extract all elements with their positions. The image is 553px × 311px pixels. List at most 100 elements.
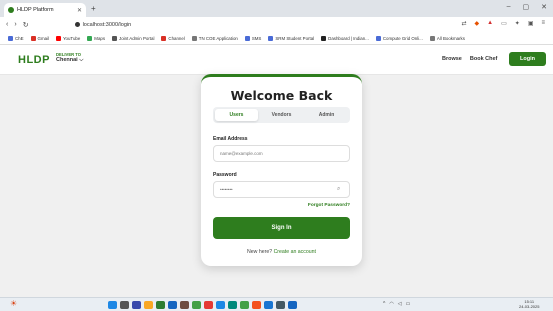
translate-icon[interactable]: ⇄ bbox=[462, 20, 467, 27]
url-text: localhost:3000/login bbox=[82, 21, 132, 28]
window-controls: – ▢ ✕ bbox=[507, 3, 547, 11]
taskbar-app-icon[interactable] bbox=[240, 301, 249, 309]
weather-icon[interactable]: ☀ bbox=[10, 299, 17, 308]
wallet-icon[interactable]: ▣ bbox=[528, 20, 534, 27]
bookmark-item[interactable]: Channel bbox=[161, 35, 185, 41]
brave-shield-icon[interactable]: ◆ bbox=[475, 20, 480, 27]
deliver-location[interactable]: DELIVER TO Chennai ⌵ bbox=[56, 52, 83, 64]
login-card: Welcome Back Users Vendors Admin Email A… bbox=[201, 74, 362, 266]
new-here-text: New here? bbox=[247, 249, 273, 255]
bookmark-label: Dashboard | Indian... bbox=[328, 35, 369, 41]
system-tray: ^ ◠ ◁ ▭ bbox=[383, 301, 410, 307]
bookmark-favicon-icon bbox=[161, 35, 167, 41]
taskbar-app-icon[interactable] bbox=[204, 301, 213, 309]
bookmark-item[interactable]: Gmail bbox=[30, 35, 49, 41]
bookmark-label: Compute Grid Onli... bbox=[382, 35, 423, 41]
app-navbar: HLDP DELIVER TO Chennai ⌵ Browse Book Ch… bbox=[0, 45, 553, 75]
close-tab-icon[interactable]: ✕ bbox=[77, 7, 82, 14]
page-title: Welcome Back bbox=[230, 88, 333, 103]
email-field[interactable]: name@example.com bbox=[213, 145, 350, 162]
bookmark-favicon-icon bbox=[375, 35, 381, 41]
bookmark-item[interactable]: All Bookmarks bbox=[429, 35, 465, 41]
brand-logo[interactable]: HLDP bbox=[18, 54, 50, 66]
system-clock[interactable]: 15:11 24-03-2025 bbox=[519, 299, 539, 309]
tab-vendors[interactable]: Vendors bbox=[260, 109, 303, 121]
browser-toolbar-icons: ⇄ ◆ ▲ ▭ ✦ ▣ ≡ bbox=[462, 20, 546, 27]
bookmark-item[interactable]: ChE bbox=[8, 35, 24, 41]
sign-in-button[interactable]: Sign In bbox=[213, 217, 350, 239]
maximize-icon[interactable]: ▢ bbox=[523, 3, 530, 11]
taskbar-app-icon[interactable] bbox=[288, 301, 297, 309]
taskbar-app-icon[interactable] bbox=[132, 301, 141, 309]
email-label: Email Address bbox=[213, 136, 248, 142]
password-field[interactable]: •••••••• bbox=[213, 181, 350, 198]
bookmark-favicon-icon bbox=[321, 35, 327, 41]
bookmark-favicon-icon bbox=[30, 35, 36, 41]
taskbar-app-icon[interactable] bbox=[228, 301, 237, 309]
nav-book-chef[interactable]: Book Chef bbox=[470, 56, 498, 62]
taskbar-app-icon[interactable] bbox=[108, 301, 117, 309]
bookmark-label: TN COE Application bbox=[198, 35, 238, 41]
sidebar-icon[interactable]: ▭ bbox=[501, 20, 507, 27]
url-field[interactable]: localhost:3000/login bbox=[74, 21, 132, 28]
city-selector[interactable]: Chennai ⌵ bbox=[56, 58, 83, 64]
tab-admin[interactable]: Admin bbox=[305, 109, 348, 121]
taskbar-app-icon[interactable] bbox=[156, 301, 165, 309]
battery-icon[interactable]: ▭ bbox=[406, 301, 411, 307]
taskbar-app-icon[interactable] bbox=[192, 301, 201, 309]
bookmark-label: Channel bbox=[168, 35, 185, 41]
os-taskbar: ☀ ^ ◠ ◁ ▭ 15:11 24-03-2025 bbox=[0, 297, 553, 311]
forward-icon[interactable]: › bbox=[14, 21, 16, 28]
bookmark-item[interactable]: Compute Grid Onli... bbox=[375, 35, 423, 41]
login-button[interactable]: Login bbox=[509, 52, 546, 66]
extensions-icon[interactable]: ✦ bbox=[515, 20, 520, 27]
bookmark-label: All Bookmarks bbox=[436, 35, 465, 41]
bookmark-item[interactable]: Dashboard | Indian... bbox=[321, 35, 369, 41]
bookmark-item[interactable]: YouTube bbox=[56, 35, 81, 41]
site-info-icon[interactable] bbox=[74, 22, 80, 27]
reload-icon[interactable]: ↻ bbox=[23, 21, 29, 29]
taskbar-app-icon[interactable] bbox=[180, 301, 189, 309]
tray-chevron-icon[interactable]: ^ bbox=[383, 301, 385, 307]
forgot-password-link[interactable]: Forgot Password? bbox=[213, 203, 350, 208]
bookmark-item[interactable]: SRM Student Portal bbox=[268, 35, 315, 41]
bookmark-label: SRM Student Portal bbox=[275, 35, 315, 41]
taskbar-app-icon[interactable] bbox=[252, 301, 261, 309]
bookmark-item[interactable]: TN COE Application bbox=[191, 35, 238, 41]
new-tab-icon[interactable]: + bbox=[91, 4, 96, 13]
taskbar-app-icon[interactable] bbox=[120, 301, 129, 309]
create-account-link[interactable]: Create an account bbox=[274, 249, 316, 255]
volume-icon[interactable]: ◁ bbox=[398, 301, 402, 307]
taskbar-app-icon[interactable] bbox=[144, 301, 153, 309]
taskbar-app-icon[interactable] bbox=[216, 301, 225, 309]
password-label: Password bbox=[213, 172, 237, 178]
bookmark-favicon-icon bbox=[87, 35, 93, 41]
bookmark-item[interactable]: SMS bbox=[244, 35, 261, 41]
close-window-icon[interactable]: ✕ bbox=[541, 3, 547, 11]
taskbar-apps bbox=[108, 301, 297, 309]
nav-links: Browse Book Chef bbox=[442, 56, 497, 62]
wifi-icon[interactable]: ◠ bbox=[389, 301, 393, 307]
clock-date: 24-03-2025 bbox=[519, 304, 540, 309]
tab-title: HLDP Platform bbox=[17, 7, 54, 13]
show-password-icon[interactable]: ⌕ bbox=[337, 186, 340, 193]
bookmark-favicon-icon bbox=[8, 35, 13, 41]
bookmark-favicon-icon bbox=[268, 35, 274, 41]
taskbar-app-icon[interactable] bbox=[264, 301, 273, 309]
address-bar-row: ‹ › ↻ localhost:3000/login ⇄ ◆ ▲ ▭ ✦ ▣ ≡ bbox=[0, 17, 553, 32]
browser-tab[interactable]: HLDP Platform ✕ bbox=[4, 3, 86, 17]
taskbar-app-icon[interactable] bbox=[168, 301, 177, 309]
bookmark-item[interactable]: Maps bbox=[87, 35, 105, 41]
back-icon[interactable]: ‹ bbox=[6, 21, 8, 28]
bookmark-label: YouTube bbox=[63, 35, 81, 41]
taskbar-app-icon[interactable] bbox=[276, 301, 285, 309]
tab-users[interactable]: Users bbox=[215, 109, 258, 121]
rewards-icon[interactable]: ▲ bbox=[487, 20, 493, 27]
nav-browse[interactable]: Browse bbox=[442, 56, 462, 62]
bookmark-favicon-icon bbox=[112, 35, 118, 41]
menu-icon[interactable]: ≡ bbox=[541, 20, 545, 27]
minimize-icon[interactable]: – bbox=[507, 3, 511, 11]
bookmark-label: Joint Admin Portal bbox=[119, 35, 155, 41]
bookmark-item[interactable]: Joint Admin Portal bbox=[112, 35, 155, 41]
signup-prompt: New here? Create an account bbox=[201, 249, 362, 255]
